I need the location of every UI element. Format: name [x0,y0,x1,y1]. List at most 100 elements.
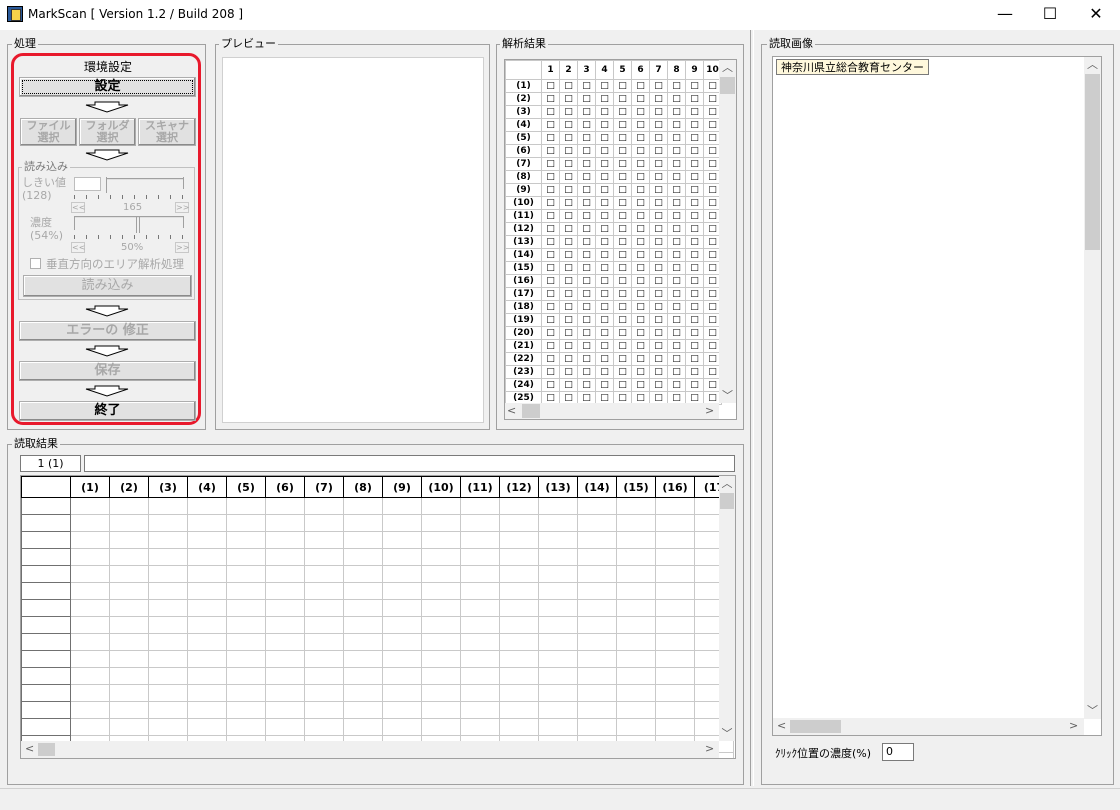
results-cell[interactable] [655,599,695,617]
mark-cell[interactable]: □ [631,287,650,301]
results-cell[interactable] [70,531,110,549]
scroll-right-icon[interactable]: > [705,742,714,755]
results-cell[interactable] [343,667,383,685]
mark-cell[interactable]: □ [667,248,686,262]
mark-cell[interactable]: □ [685,183,704,197]
results-cell[interactable] [499,582,539,600]
mark-cell[interactable]: □ [613,118,632,132]
results-cell[interactable] [70,667,110,685]
mark-cell[interactable]: □ [649,170,668,184]
mark-cell[interactable]: □ [685,274,704,288]
mark-cell[interactable]: □ [649,209,668,223]
mark-cell[interactable]: □ [541,79,560,93]
results-cell[interactable] [304,684,344,702]
mark-cell[interactable]: □ [541,157,560,171]
mark-cell[interactable]: □ [559,261,578,275]
mark-cell[interactable]: □ [613,235,632,249]
mark-cell[interactable]: □ [577,105,596,119]
results-cell[interactable] [187,599,227,617]
results-cell[interactable] [70,497,110,515]
mark-cell[interactable]: □ [667,118,686,132]
results-cell[interactable] [538,497,578,515]
results-cell[interactable] [460,565,500,583]
threshold-field[interactable] [74,177,101,191]
results-cell[interactable] [499,531,539,549]
mark-cell[interactable]: □ [667,105,686,119]
mark-cell[interactable]: □ [559,274,578,288]
mark-cell[interactable]: □ [559,183,578,197]
results-cell[interactable] [577,582,617,600]
results-cell[interactable] [70,684,110,702]
mark-cell[interactable]: □ [613,365,632,379]
results-cell[interactable] [538,701,578,719]
mark-cell[interactable]: □ [667,261,686,275]
scroll-left-icon[interactable]: < [777,719,786,732]
results-cell[interactable] [343,633,383,651]
mark-cell[interactable]: □ [649,118,668,132]
results-cell[interactable] [109,701,149,719]
density-slider-thumb[interactable] [136,216,140,233]
mark-cell[interactable]: □ [595,339,614,353]
results-column-header[interactable]: (8) [343,476,383,498]
mark-cell[interactable]: □ [595,118,614,132]
results-cell[interactable] [382,718,422,736]
results-cell[interactable] [577,497,617,515]
results-cell[interactable] [226,701,266,719]
results-cell[interactable] [70,599,110,617]
results-cell[interactable] [382,497,422,515]
mark-cell[interactable]: □ [667,274,686,288]
mark-cell[interactable]: □ [613,131,632,145]
results-cell[interactable] [382,548,422,566]
mark-cell[interactable]: □ [685,196,704,210]
mark-cell[interactable]: □ [559,118,578,132]
results-cell[interactable] [382,565,422,583]
mark-cell[interactable]: □ [559,378,578,392]
results-cell[interactable] [538,565,578,583]
mark-cell[interactable]: □ [559,196,578,210]
mark-cell[interactable]: □ [559,92,578,106]
results-row-header[interactable] [21,548,71,566]
results-cell[interactable] [226,633,266,651]
density-decrease-button[interactable]: << [71,242,85,253]
mark-cell[interactable]: □ [631,248,650,262]
results-cell[interactable] [70,701,110,719]
results-cell[interactable] [421,582,461,600]
mark-cell[interactable]: □ [595,131,614,145]
results-cell[interactable] [616,531,656,549]
mark-cell[interactable]: □ [613,274,632,288]
mark-cell[interactable]: □ [577,118,596,132]
results-cell[interactable] [343,684,383,702]
results-cell[interactable] [616,514,656,532]
mark-cell[interactable]: □ [667,170,686,184]
mark-cell[interactable]: □ [577,378,596,392]
mark-cell[interactable]: □ [613,144,632,158]
mark-cell[interactable]: □ [631,365,650,379]
results-cell[interactable] [655,650,695,668]
results-cell[interactable] [655,633,695,651]
results-cell[interactable] [421,667,461,685]
results-cell[interactable] [304,599,344,617]
mark-cell[interactable]: □ [649,352,668,366]
mark-cell[interactable]: □ [559,352,578,366]
threshold-slider-track[interactable] [107,178,183,180]
threshold-increase-button[interactable]: >> [175,202,189,213]
mark-cell[interactable]: □ [613,352,632,366]
results-cell[interactable] [109,582,149,600]
mark-cell[interactable]: □ [577,274,596,288]
record-text-field[interactable] [84,455,735,472]
results-cell[interactable] [226,650,266,668]
mark-cell[interactable]: □ [613,287,632,301]
mark-cell[interactable]: □ [631,118,650,132]
results-cell[interactable] [343,497,383,515]
results-cell[interactable] [265,616,305,634]
scroll-down-icon[interactable]: ﹀ [719,725,735,741]
results-cell[interactable] [148,548,188,566]
mark-cell[interactable]: □ [631,313,650,327]
scroll-right-icon[interactable]: > [705,404,714,417]
results-vscrollbar[interactable]: ︿ ﹀ [719,476,735,741]
mark-cell[interactable]: □ [541,209,560,223]
mark-cell[interactable]: □ [541,326,560,340]
results-cell[interactable] [109,667,149,685]
results-cell[interactable] [460,684,500,702]
mark-cell[interactable]: □ [613,79,632,93]
